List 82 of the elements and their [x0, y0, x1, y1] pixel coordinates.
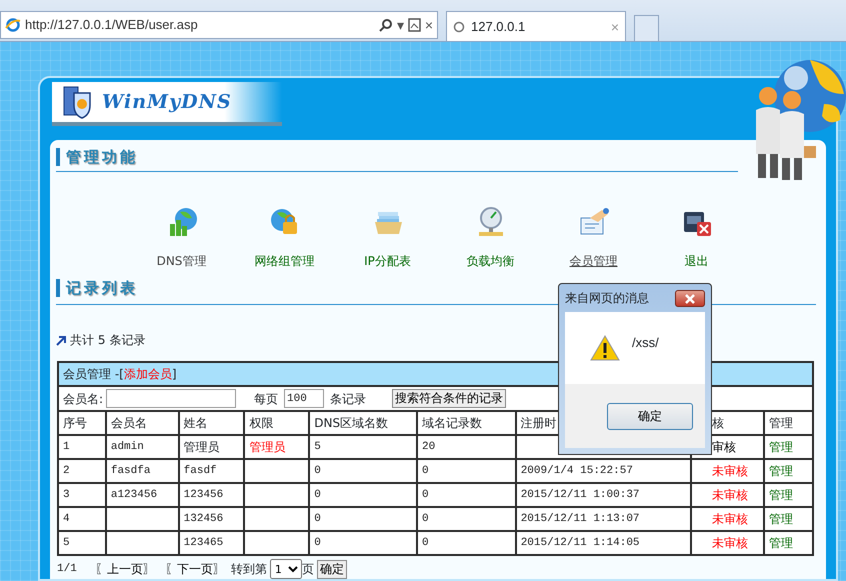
nav-link[interactable]: IP分配表 [364, 252, 411, 270]
nav-link[interactable]: 负载均衡 [466, 252, 514, 270]
table-cell: a123456 [106, 483, 179, 507]
nav-link[interactable]: 会员管理 [570, 252, 618, 270]
record-count: 共计 5 条记录 [70, 332, 146, 349]
table-cell: 管理员 [178, 435, 244, 459]
field-label: 每页 [254, 390, 278, 408]
column-header: 会员名 [106, 411, 179, 435]
goto-label: 转到第 [230, 561, 267, 578]
table-cell: 0 [309, 531, 418, 555]
column-header: 域名记录数 [417, 411, 516, 435]
search-icon[interactable] [378, 18, 393, 32]
nav-link[interactable]: DNS管理 [156, 252, 206, 270]
nav-link[interactable]: 网络组管理 [254, 252, 314, 270]
status-text: 未审核 [691, 531, 764, 555]
table-cell: 0 [417, 507, 516, 531]
search-button[interactable]: 搜索符合条件的记录 [392, 389, 506, 408]
page-icon[interactable] [408, 18, 421, 32]
table-cell: 0 [417, 531, 516, 555]
table-title: 会员管理 -[ [63, 367, 124, 381]
previous-page-link[interactable]: 〖上一页〗 [94, 560, 155, 578]
dialog-title: 来自网页的消息 [565, 290, 649, 307]
table-cell: 3 [58, 483, 106, 507]
page-suffix: 页 [302, 561, 314, 578]
table-cell: fasdf [178, 459, 244, 483]
table-cell: 4 [58, 507, 106, 531]
address-bar[interactable]: http://127.0.0.1/WEB/user.asp ▾ × [0, 11, 438, 39]
status-text: 未审核 [691, 507, 764, 531]
table-cell: 123465 [178, 531, 244, 555]
warning-icon [590, 335, 620, 361]
dialog-message: /xss/ [632, 334, 659, 352]
table-cell: 0 [417, 483, 516, 507]
bracket-text: ] [172, 367, 177, 381]
nav-link[interactable]: 退出 [684, 252, 708, 270]
status-text: 未审核 [691, 483, 764, 507]
close-icon [685, 294, 695, 304]
table-cell: admin [106, 435, 179, 459]
table-cell: 0 [309, 483, 418, 507]
tab-title: 127.0.0.1 [471, 18, 526, 36]
table-cell: 5 [309, 435, 418, 459]
table-cell: 132456 [178, 507, 244, 531]
go-button[interactable]: 确定 [316, 560, 347, 578]
section-heading: 记录列表 [66, 278, 138, 299]
member-name-field[interactable] [106, 389, 236, 408]
field-label: 条记录 [330, 390, 366, 408]
column-header: 管理 [764, 411, 813, 435]
logo-text: WinMyDNS [101, 90, 233, 115]
loading-icon [453, 20, 465, 32]
column-header: 权限 [244, 411, 310, 435]
field-label: 会员名: [63, 390, 104, 408]
table-cell: 123456 [178, 483, 244, 507]
browser-tab[interactable]: 127.0.0.1 × [446, 11, 626, 41]
table-cell: 2 [58, 459, 106, 483]
table-cell: 5 [58, 531, 106, 555]
browser-logo-icon [5, 17, 21, 33]
table-cell: fasdfa [106, 459, 179, 483]
caret-icon[interactable]: ▾ [396, 18, 404, 32]
status-text: 未审核 [691, 459, 764, 483]
table-cell: 0 [309, 507, 418, 531]
table-cell: 2015/12/11 1:00:37 [516, 483, 692, 507]
next-page-link[interactable]: 〖下一页〗 [164, 560, 225, 578]
column-header: DNS区域名数 [309, 411, 418, 435]
table-cell: 2015/12/11 1:13:07 [516, 507, 692, 531]
table-cell: 管理员 [244, 435, 310, 459]
close-button[interactable] [675, 290, 705, 306]
table-cell: 0 [417, 459, 516, 483]
arrow-icon [56, 334, 67, 346]
table-cell: 1 [58, 435, 106, 459]
column-header: 姓名 [178, 411, 244, 435]
page-position: 1/1 [57, 562, 77, 577]
page-select[interactable]: 1 [270, 559, 302, 579]
table-cell: 0 [309, 459, 418, 483]
column-header: 序号 [58, 411, 106, 435]
url-text: http://127.0.0.1/WEB/user.asp [25, 16, 199, 34]
table-cell: 2009/1/4 15:22:57 [516, 459, 692, 483]
section-heading: 管理功能 [66, 146, 138, 168]
close-icon[interactable]: × [424, 18, 433, 32]
per-page-field[interactable]: 100 [284, 389, 324, 408]
ok-button[interactable]: 确定 [607, 402, 693, 430]
table-cell: 2015/12/11 1:14:05 [516, 531, 692, 555]
shield-icon [62, 85, 92, 119]
table-cell: 20 [417, 435, 516, 459]
